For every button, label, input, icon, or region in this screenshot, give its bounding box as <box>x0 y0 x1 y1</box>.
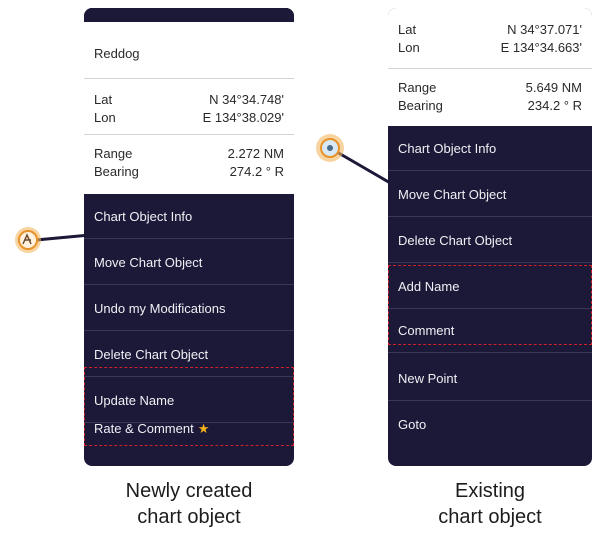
lat-label: Lat <box>398 22 417 37</box>
newly-created-object-popup: Reddog Lat N 34°34.748' Lon E 134°38.029… <box>84 8 294 466</box>
menu-chart-object-info[interactable]: Chart Object Info <box>84 194 294 239</box>
range-value: 5.649 NM <box>525 80 582 95</box>
lon-value: E 134°38.029' <box>202 110 284 125</box>
object-name: Reddog <box>94 46 140 61</box>
menu-move-chart-object[interactable]: Move Chart Object <box>84 240 294 285</box>
lon-value: E 134°34.663' <box>500 40 582 55</box>
right-pointer-line <box>329 146 393 186</box>
range-label: Range <box>398 80 437 95</box>
menu-delete-chart-object[interactable]: Delete Chart Object <box>388 218 592 263</box>
newly-created-object-marker-icon <box>15 227 41 253</box>
lat-value: N 34°37.071' <box>507 22 582 37</box>
existing-object-marker-icon <box>316 134 344 162</box>
menu-comment[interactable]: Comment <box>388 308 592 353</box>
lat-value: N 34°34.748' <box>209 92 284 107</box>
bearing-label: Bearing <box>94 164 139 179</box>
lat-label: Lat <box>94 92 113 107</box>
left-caption: Newly created chart object <box>84 478 294 530</box>
bearing-value: 274.2 ° R <box>229 164 284 179</box>
bearing-value: 234.2 ° R <box>527 98 582 113</box>
menu-goto[interactable]: Goto <box>388 402 592 447</box>
right-caption-line2: chart object <box>438 506 542 528</box>
object-details-block: Reddog Lat N 34°34.748' Lon E 134°38.029… <box>84 22 294 194</box>
menu-add-name[interactable]: Add Name <box>388 264 592 309</box>
divider <box>84 78 294 79</box>
range-label: Range <box>94 146 133 161</box>
object-details-block: Lat N 34°37.071' Lon E 134°34.663' Range… <box>388 8 592 126</box>
menu-chart-object-info[interactable]: Chart Object Info <box>388 126 592 171</box>
menu-rate-comment[interactable]: Rate & Comment ★ <box>84 408 294 453</box>
menu-undo-modifications[interactable]: Undo my Modifications <box>84 286 294 331</box>
menu-new-point[interactable]: New Point <box>388 356 592 401</box>
divider <box>388 68 592 69</box>
menu-delete-chart-object[interactable]: Delete Chart Object <box>84 332 294 377</box>
left-caption-line1: Newly created <box>125 480 253 502</box>
menu-move-chart-object[interactable]: Move Chart Object <box>388 172 592 217</box>
existing-object-popup: Lat N 34°37.071' Lon E 134°34.663' Range… <box>388 8 592 466</box>
right-caption-line1: Existing <box>454 480 526 502</box>
right-caption: Existing chart object <box>388 478 592 530</box>
divider <box>84 134 294 135</box>
range-value: 2.272 NM <box>227 146 284 161</box>
left-pointer-line <box>35 233 91 242</box>
lon-label: Lon <box>94 110 116 125</box>
popup-top-bar <box>84 8 294 22</box>
rate-comment-label: Rate & Comment <box>94 421 194 436</box>
lon-label: Lon <box>398 40 420 55</box>
bearing-label: Bearing <box>398 98 443 113</box>
left-caption-line2: chart object <box>137 506 241 528</box>
star-icon: ★ <box>197 421 210 436</box>
